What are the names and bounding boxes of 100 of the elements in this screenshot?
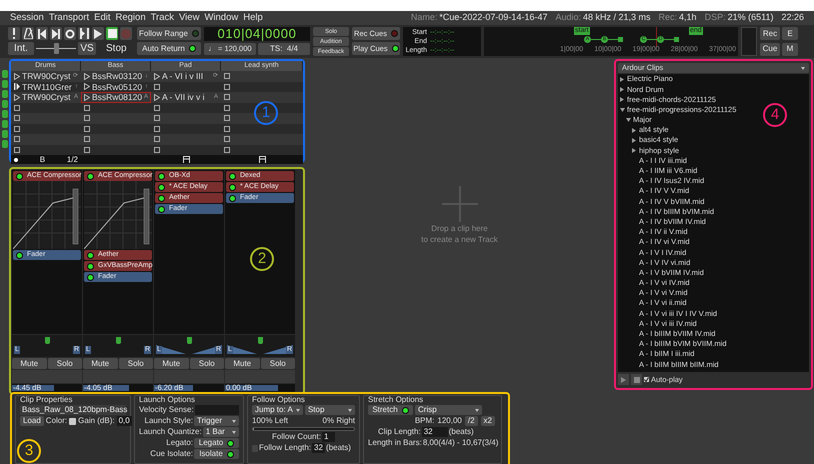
clip-slot[interactable] [222,124,232,134]
mute-button[interactable]: Mute [12,358,46,369]
clip-name-field[interactable]: Bass_Raw_08_120bpm-Bass [20,405,126,415]
solo-button[interactable]: Solo [260,358,295,369]
stretch-toggle[interactable]: Stretch [368,405,413,415]
transport-button[interactable] [22,27,34,40]
shuttle-slider[interactable] [36,42,76,55]
double-button[interactable]: x2 [480,416,495,426]
menu-item[interactable]: Track [150,10,174,26]
mute-button[interactable]: Mute [83,358,118,369]
solo-button[interactable]: Solo [118,358,153,369]
clip-slot[interactable] [12,113,22,124]
mode-button[interactable]: Cue [760,42,780,56]
clip-slot[interactable] [222,92,232,102]
toggle-button[interactable]: Isolate [194,449,239,459]
meter-button[interactable]: TS: 4/4 [258,43,310,55]
clip-slot[interactable] [152,82,162,92]
clip-slot[interactable] [152,144,162,155]
mute-button[interactable]: Mute [154,358,188,369]
clip-length-field[interactable]: 32 [422,427,448,437]
clip-slot[interactable] [82,102,92,113]
mode-button[interactable]: Int. [8,42,34,55]
transport-button[interactable] [92,27,104,40]
collapsed-arrow-icon[interactable] [620,96,624,102]
clip-slot[interactable] [12,102,22,113]
mode-button[interactable]: M [782,42,798,56]
option-label: 0% Right [322,416,355,426]
clip-slot[interactable] [12,134,22,144]
clip-slot[interactable] [152,113,162,124]
transport-button[interactable] [78,27,90,40]
solo-button[interactable]: Solo [190,358,224,369]
clip-slot[interactable] [222,113,232,124]
width-panner-drawing [227,345,293,354]
dropdown[interactable]: Crisp [415,405,482,415]
menu-item[interactable]: Window [204,10,238,26]
menu-item[interactable]: View [179,10,200,26]
option-label: Legato: [166,438,193,448]
clip-slot[interactable] [82,124,92,134]
menu-item[interactable]: Help [243,10,263,26]
clip-slot[interactable] [152,134,162,144]
color-swatch[interactable] [69,418,76,424]
probability-slider[interactable] [252,427,355,431]
clip-slot[interactable] [12,144,22,155]
count-field[interactable]: 1 [322,432,335,442]
menu-item[interactable]: Region [116,10,146,26]
collapsed-arrow-icon[interactable] [632,128,636,133]
annotation-number: 1 [254,101,278,125]
pan-handle[interactable] [45,337,50,344]
pan-handle[interactable] [116,337,121,344]
menu-item[interactable]: Session [10,10,44,26]
halve-button[interactable]: /2 [464,416,478,426]
transport-button[interactable] [106,27,118,40]
menu-item[interactable]: Edit [94,10,110,26]
clip-slot[interactable] [222,82,232,92]
load-button[interactable]: Load [20,416,44,426]
collapsed-arrow-icon[interactable] [632,138,636,143]
transport-button[interactable] [64,27,76,40]
toggle-button[interactable]: Auto Return [137,42,201,55]
clip-slot[interactable] [222,134,232,144]
collapsed-arrow-icon[interactable] [620,76,624,82]
menu-item[interactable]: Transport [48,10,90,26]
clip-slot[interactable] [152,124,162,134]
collapsed-arrow-icon[interactable] [620,86,624,92]
collapsed-arrow-icon[interactable] [632,148,636,153]
clip-slot[interactable] [222,71,232,82]
clip-slot[interactable] [222,102,232,113]
clip-slot[interactable] [222,144,232,155]
transport-button[interactable] [36,27,48,40]
vs-button[interactable]: VS [78,42,96,55]
mode-button[interactable]: Rec [760,27,780,40]
dropdown[interactable]: Trigger [194,416,239,426]
cue-count: 1/2 [66,156,78,164]
gain-field[interactable]: 0,0 [116,416,132,426]
velocity-field[interactable] [194,405,239,415]
length-field[interactable]: 32 [312,443,326,453]
clip-slot[interactable] [12,124,22,134]
autoplay-checkbox[interactable] [644,377,649,382]
pan-handle[interactable] [258,337,263,344]
toggle-button[interactable]: Legato [194,438,239,448]
slider-thumb[interactable] [54,43,59,54]
transport-button[interactable] [50,27,62,40]
clip-slot[interactable] [152,102,162,113]
toggle-button[interactable]: Follow Range [137,27,201,40]
pan-handle[interactable] [187,337,192,344]
expanded-arrow-icon[interactable] [620,108,624,112]
expanded-arrow-icon[interactable] [626,118,630,122]
play-button[interactable] [618,374,629,385]
dropdown[interactable]: Jump to: A [252,405,303,415]
mode-button[interactable]: E [782,27,798,40]
mute-button[interactable]: Mute [225,358,260,369]
transport-button[interactable] [8,27,20,40]
clip-slot[interactable] [82,113,92,124]
meter-area [12,370,82,383]
clip-slot[interactable] [82,134,92,144]
dropdown[interactable]: 1 Bar [202,427,239,437]
solo-button[interactable]: Solo [48,358,82,369]
clip-slot[interactable] [82,144,92,155]
status-value: 21% (6511) [728,11,774,24]
option-label: (beats) [448,427,474,437]
dropdown[interactable]: Stop [304,405,355,415]
